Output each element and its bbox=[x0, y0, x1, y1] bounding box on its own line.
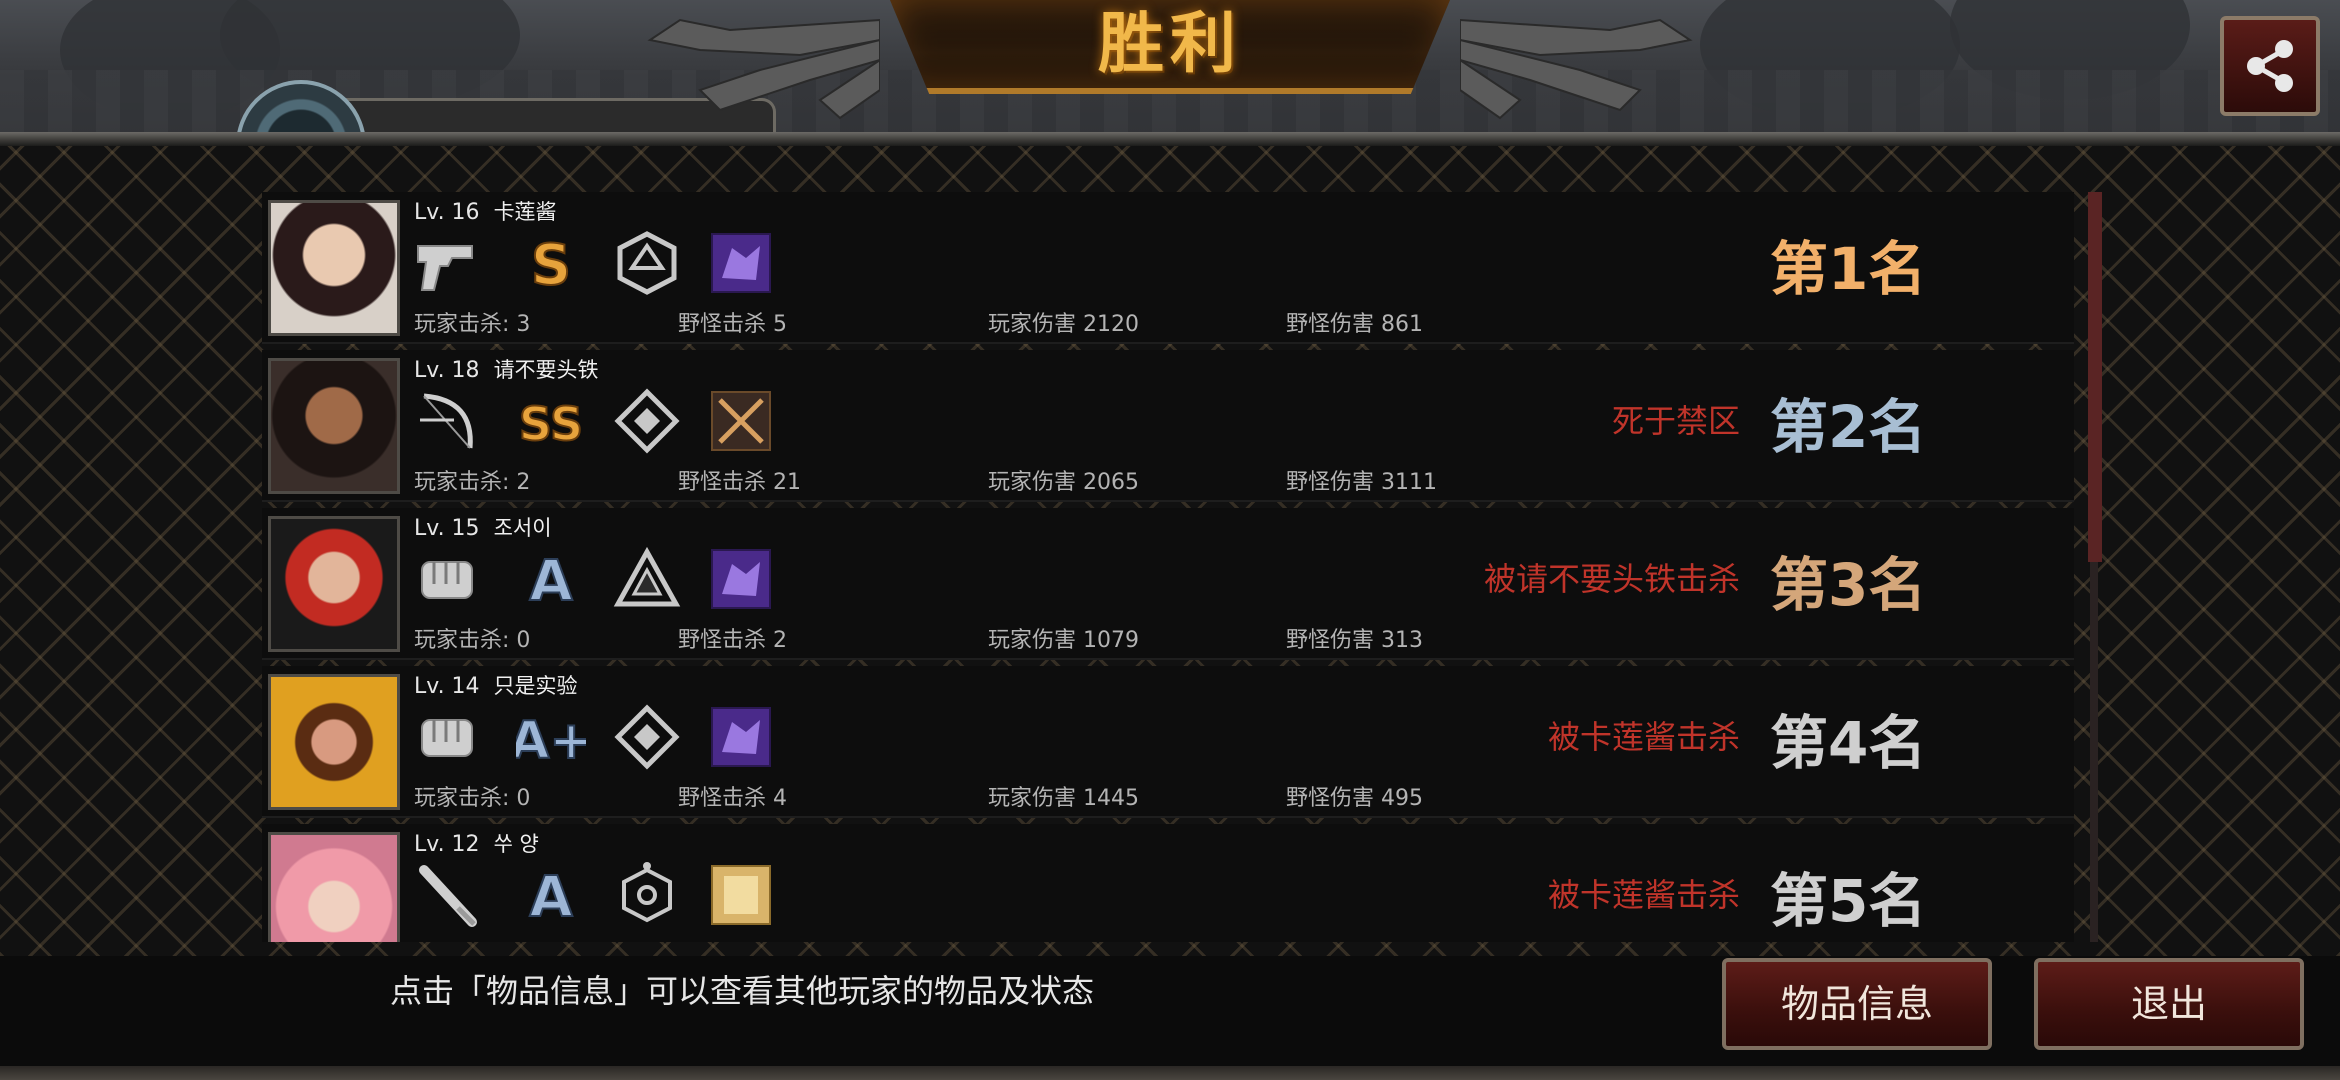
diamond-emblem-icon[interactable] bbox=[612, 386, 682, 456]
rank-label: 第5名 bbox=[1770, 867, 1927, 935]
player-damage: 玩家伤害 1445 bbox=[988, 786, 1139, 811]
player-name: 조서이 bbox=[493, 516, 552, 540]
share-button[interactable] bbox=[2220, 16, 2320, 116]
fist-icon[interactable] bbox=[412, 544, 482, 614]
fist-icon[interactable] bbox=[412, 702, 482, 772]
svg-text:S: S bbox=[531, 233, 571, 298]
crossed-blades-card-icon[interactable] bbox=[706, 386, 776, 456]
player-level: Lv. 14 bbox=[414, 674, 480, 699]
rank-label: 第3名 bbox=[1770, 551, 1927, 619]
death-status: 被卡莲酱击杀 bbox=[1547, 876, 1740, 914]
hexagon-emblem-icon[interactable] bbox=[612, 228, 682, 298]
gold-scroll-card-icon[interactable] bbox=[706, 860, 776, 930]
player-row: Lv. 18 请不要头铁 SS 玩家击杀: 2 野怪击杀 21 玩家伤害 2065… bbox=[262, 350, 2074, 502]
monster-damage: 野怪伤害 313 bbox=[1286, 628, 1423, 653]
monster-damage: 野怪伤害 495 bbox=[1286, 786, 1423, 811]
scrollbar-thumb[interactable] bbox=[2088, 192, 2102, 562]
svg-text:A+: A+ bbox=[516, 711, 586, 771]
player-kills: 玩家击杀: 0 bbox=[414, 786, 531, 811]
player-row: Lv. 16 卡莲酱 S 玩家击杀: 3 野怪击杀 5 玩家伤害 2120 野怪伤… bbox=[262, 192, 2074, 344]
purple-beast-card-icon[interactable] bbox=[706, 544, 776, 614]
rank-label: 第2名 bbox=[1770, 393, 1927, 461]
grade-badge: A bbox=[528, 548, 574, 614]
death-status: 被请不要头铁击杀 bbox=[1483, 560, 1740, 598]
revolver-wing-icon bbox=[647, 18, 880, 120]
player-damage: 玩家伤害 2120 bbox=[988, 312, 1139, 337]
player-level: Lv. 18 bbox=[414, 358, 480, 383]
monster-kills: 野怪击杀 4 bbox=[678, 786, 787, 811]
grade-badge: SS bbox=[518, 396, 584, 452]
monster-damage: 野怪伤害 3111 bbox=[1286, 470, 1437, 495]
player-row: Lv. 15 조서이 A 玩家击杀: 0 野怪击杀 2 玩家伤害 1079 野怪伤… bbox=[262, 508, 2074, 660]
player-level: Lv. 12 bbox=[414, 832, 480, 857]
grade-badge: S bbox=[530, 232, 572, 298]
character-portrait[interactable] bbox=[268, 674, 400, 810]
rank-label: 第4名 bbox=[1770, 709, 1927, 777]
diamond-emblem-icon[interactable] bbox=[612, 702, 682, 772]
player-level-name: Lv. 15 조서이 bbox=[414, 512, 552, 542]
grade-badge: A+ bbox=[516, 710, 586, 772]
player-name: 쑤 양 bbox=[493, 832, 539, 856]
triangle-emblem-icon[interactable] bbox=[612, 544, 682, 614]
player-name: 卡莲酱 bbox=[493, 200, 557, 224]
revolver-wing-icon bbox=[1460, 18, 1693, 120]
character-portrait[interactable] bbox=[268, 358, 400, 494]
results-list[interactable]: Lv. 16 卡莲酱 S 玩家击杀: 3 野怪击杀 5 玩家伤害 2120 野怪伤… bbox=[262, 192, 2074, 942]
bat-icon[interactable] bbox=[412, 860, 482, 930]
player-name: 只是实验 bbox=[493, 674, 578, 698]
title-banner-group: 胜利 bbox=[640, 0, 1700, 120]
share-icon bbox=[2247, 40, 2293, 92]
player-kills: 玩家击杀: 0 bbox=[414, 628, 531, 653]
monster-kills: 野怪击杀 2 bbox=[678, 628, 787, 653]
bow-icon[interactable] bbox=[412, 386, 482, 456]
hint-text: 点击「物品信息」可以查看其他玩家的物品及状态 bbox=[390, 972, 1095, 1010]
grade-badge: A bbox=[528, 864, 574, 930]
exit-button[interactable]: 退出 bbox=[2034, 958, 2304, 1050]
purple-beast-card-icon[interactable] bbox=[706, 228, 776, 298]
player-level: Lv. 16 bbox=[414, 200, 480, 225]
player-level-name: Lv. 14 只是实验 bbox=[414, 670, 578, 700]
hex-node-emblem-icon[interactable] bbox=[612, 860, 682, 930]
svg-text:A: A bbox=[529, 865, 573, 930]
player-row: Lv. 12 쑤 양 A 被卡莲酱击杀 第5名 bbox=[262, 824, 2074, 942]
item-info-button[interactable]: 物品信息 bbox=[1722, 958, 1992, 1050]
player-damage: 玩家伤害 2065 bbox=[988, 470, 1139, 495]
player-name: 请不要头铁 bbox=[493, 358, 599, 382]
player-kills: 玩家击杀: 2 bbox=[414, 470, 531, 495]
character-portrait[interactable] bbox=[268, 200, 400, 336]
player-level-name: Lv. 12 쑤 양 bbox=[414, 828, 539, 858]
frame-divider bbox=[0, 132, 2340, 146]
death-status: 被卡莲酱击杀 bbox=[1547, 718, 1740, 756]
player-kills: 玩家击杀: 3 bbox=[414, 312, 531, 337]
monster-kills: 野怪击杀 21 bbox=[678, 470, 801, 495]
bottom-frame bbox=[0, 1066, 2340, 1080]
character-portrait[interactable] bbox=[268, 516, 400, 652]
player-level-name: Lv. 16 卡莲酱 bbox=[414, 196, 557, 226]
monster-damage: 野怪伤害 861 bbox=[1286, 312, 1423, 337]
rank-label: 第1名 bbox=[1770, 235, 1927, 303]
svg-text:A: A bbox=[529, 549, 573, 614]
monster-kills: 野怪击杀 5 bbox=[678, 312, 787, 337]
player-level-name: Lv. 18 请不要头铁 bbox=[414, 354, 599, 384]
character-portrait[interactable] bbox=[268, 832, 400, 942]
death-status: 死于禁区 bbox=[1611, 402, 1740, 440]
player-row: Lv. 14 只是实验 A+ 玩家击杀: 0 野怪击杀 4 玩家伤害 1445 野… bbox=[262, 666, 2074, 818]
svg-text:SS: SS bbox=[519, 397, 583, 451]
player-damage: 玩家伤害 1079 bbox=[988, 628, 1139, 653]
purple-beast-card-icon[interactable] bbox=[706, 702, 776, 772]
player-level: Lv. 15 bbox=[414, 516, 480, 541]
victory-title: 胜利 bbox=[1098, 5, 1242, 82]
pistol-icon[interactable] bbox=[412, 228, 482, 298]
